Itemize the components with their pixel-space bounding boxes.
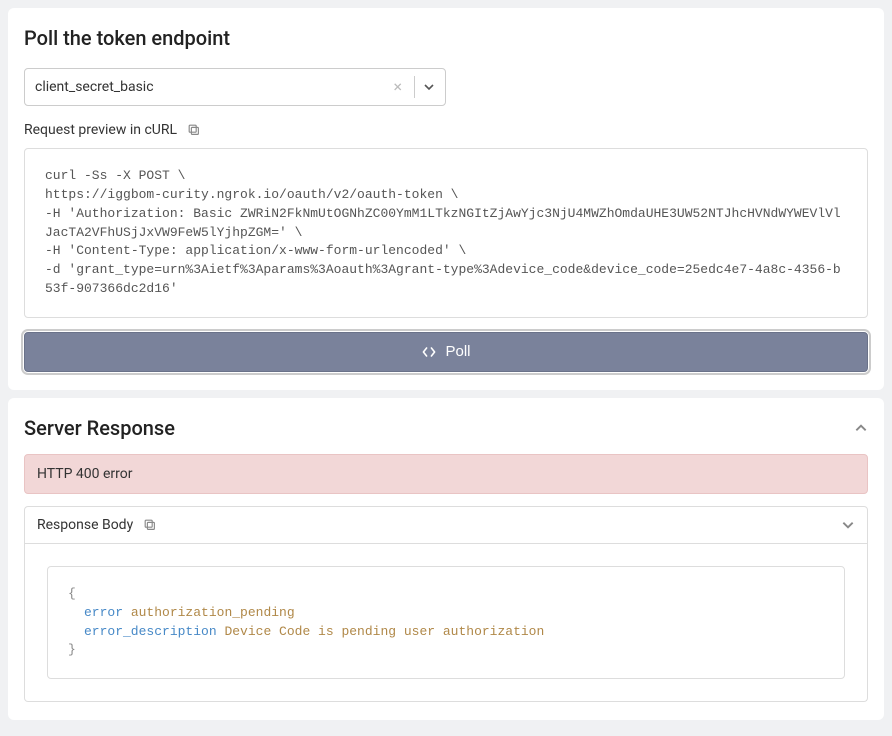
auth-method-select[interactable]: client_secret_basic ×	[24, 68, 446, 106]
http-error-banner: HTTP 400 error	[24, 454, 868, 494]
response-panel-header: Server Response	[24, 416, 868, 440]
chevron-down-icon[interactable]	[841, 518, 855, 532]
json-val-error: authorization_pending	[131, 605, 295, 620]
json-response: { error authorization_pending error_desc…	[47, 566, 845, 679]
poll-panel-title: Poll the token endpoint	[24, 26, 868, 50]
select-divider	[414, 76, 415, 98]
error-text: HTTP 400 error	[37, 466, 133, 482]
json-val-desc: Device Code is pending user authorizatio…	[224, 624, 544, 639]
chevron-up-icon[interactable]	[854, 421, 868, 435]
json-key-error: error	[84, 605, 123, 620]
json-key-desc: error_description	[84, 624, 217, 639]
poll-button-label: Poll	[445, 343, 470, 360]
response-body-header[interactable]: Response Body	[24, 506, 868, 544]
curl-preview: curl -Ss -X POST \ https://iggbom-curity…	[24, 148, 868, 318]
poll-button[interactable]: Poll	[24, 332, 868, 372]
response-body-content: { error authorization_pending error_desc…	[24, 544, 868, 702]
clear-icon[interactable]: ×	[387, 79, 408, 95]
response-panel-title: Server Response	[24, 416, 175, 440]
code-icon	[421, 344, 437, 360]
preview-label-row: Request preview in cURL	[24, 122, 868, 138]
chevron-down-icon[interactable]	[421, 79, 437, 95]
preview-label: Request preview in cURL	[24, 122, 177, 138]
response-body-label: Response Body	[37, 517, 133, 533]
server-response-panel: Server Response HTTP 400 error Response …	[8, 398, 884, 720]
select-value: client_secret_basic	[35, 79, 387, 95]
poll-token-panel: Poll the token endpoint client_secret_ba…	[8, 8, 884, 390]
copy-icon[interactable]	[143, 518, 157, 532]
copy-icon[interactable]	[187, 123, 201, 137]
